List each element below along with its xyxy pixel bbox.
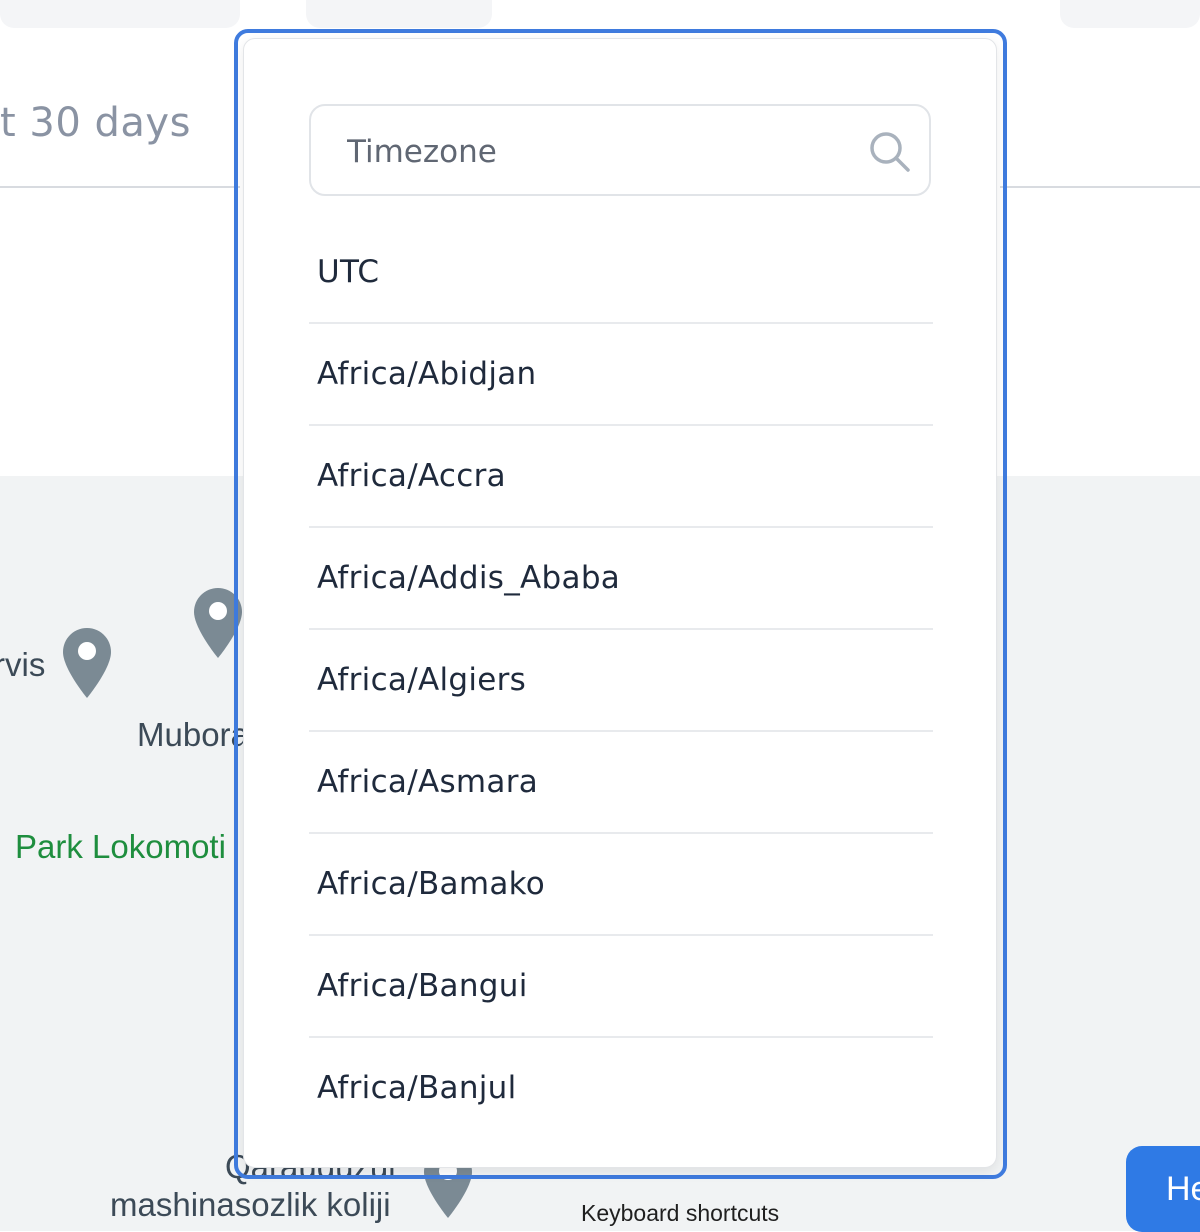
map-label[interactable]: Mubora: [137, 716, 249, 754]
map-pin-icon[interactable]: [61, 626, 113, 700]
tab-background: [0, 0, 240, 28]
period-label[interactable]: t 30 days: [0, 100, 191, 146]
tab-background: [1060, 0, 1200, 28]
search-icon[interactable]: [868, 130, 912, 174]
timezone-option[interactable]: Africa/Accra: [309, 426, 933, 528]
timezone-option[interactable]: Africa/Asmara: [309, 732, 933, 834]
header-divider: [0, 186, 240, 188]
header-divider: [1000, 186, 1200, 188]
timezone-option[interactable]: Africa/Abidjan: [309, 324, 933, 426]
map-label[interactable]: mashinasozlik koliji: [110, 1186, 391, 1224]
timezone-option[interactable]: Africa/Bangui: [309, 936, 933, 1038]
timezone-dropdown: UTC Africa/Abidjan Africa/Accra Africa/A…: [243, 38, 997, 1168]
timezone-option[interactable]: Africa/Algiers: [309, 630, 933, 732]
timezone-option[interactable]: Africa/Bamako: [309, 834, 933, 936]
map-label-park[interactable]: Park Lokomoti: [15, 828, 226, 866]
map-label[interactable]: rvis: [0, 646, 45, 684]
timezone-options-list: UTC Africa/Abidjan Africa/Accra Africa/A…: [309, 222, 933, 1138]
keyboard-shortcuts-link[interactable]: Keyboard shortcuts: [581, 1200, 779, 1227]
timezone-option[interactable]: UTC: [309, 222, 933, 324]
timezone-search-input[interactable]: [345, 128, 849, 176]
top-tab-strip: [0, 0, 1200, 30]
timezone-option[interactable]: Africa/Banjul: [309, 1038, 933, 1138]
tab-background: [306, 0, 492, 28]
help-button[interactable]: He: [1126, 1146, 1200, 1232]
timezone-option[interactable]: Africa/Addis_Ababa: [309, 528, 933, 630]
timezone-search-box[interactable]: [309, 104, 931, 196]
